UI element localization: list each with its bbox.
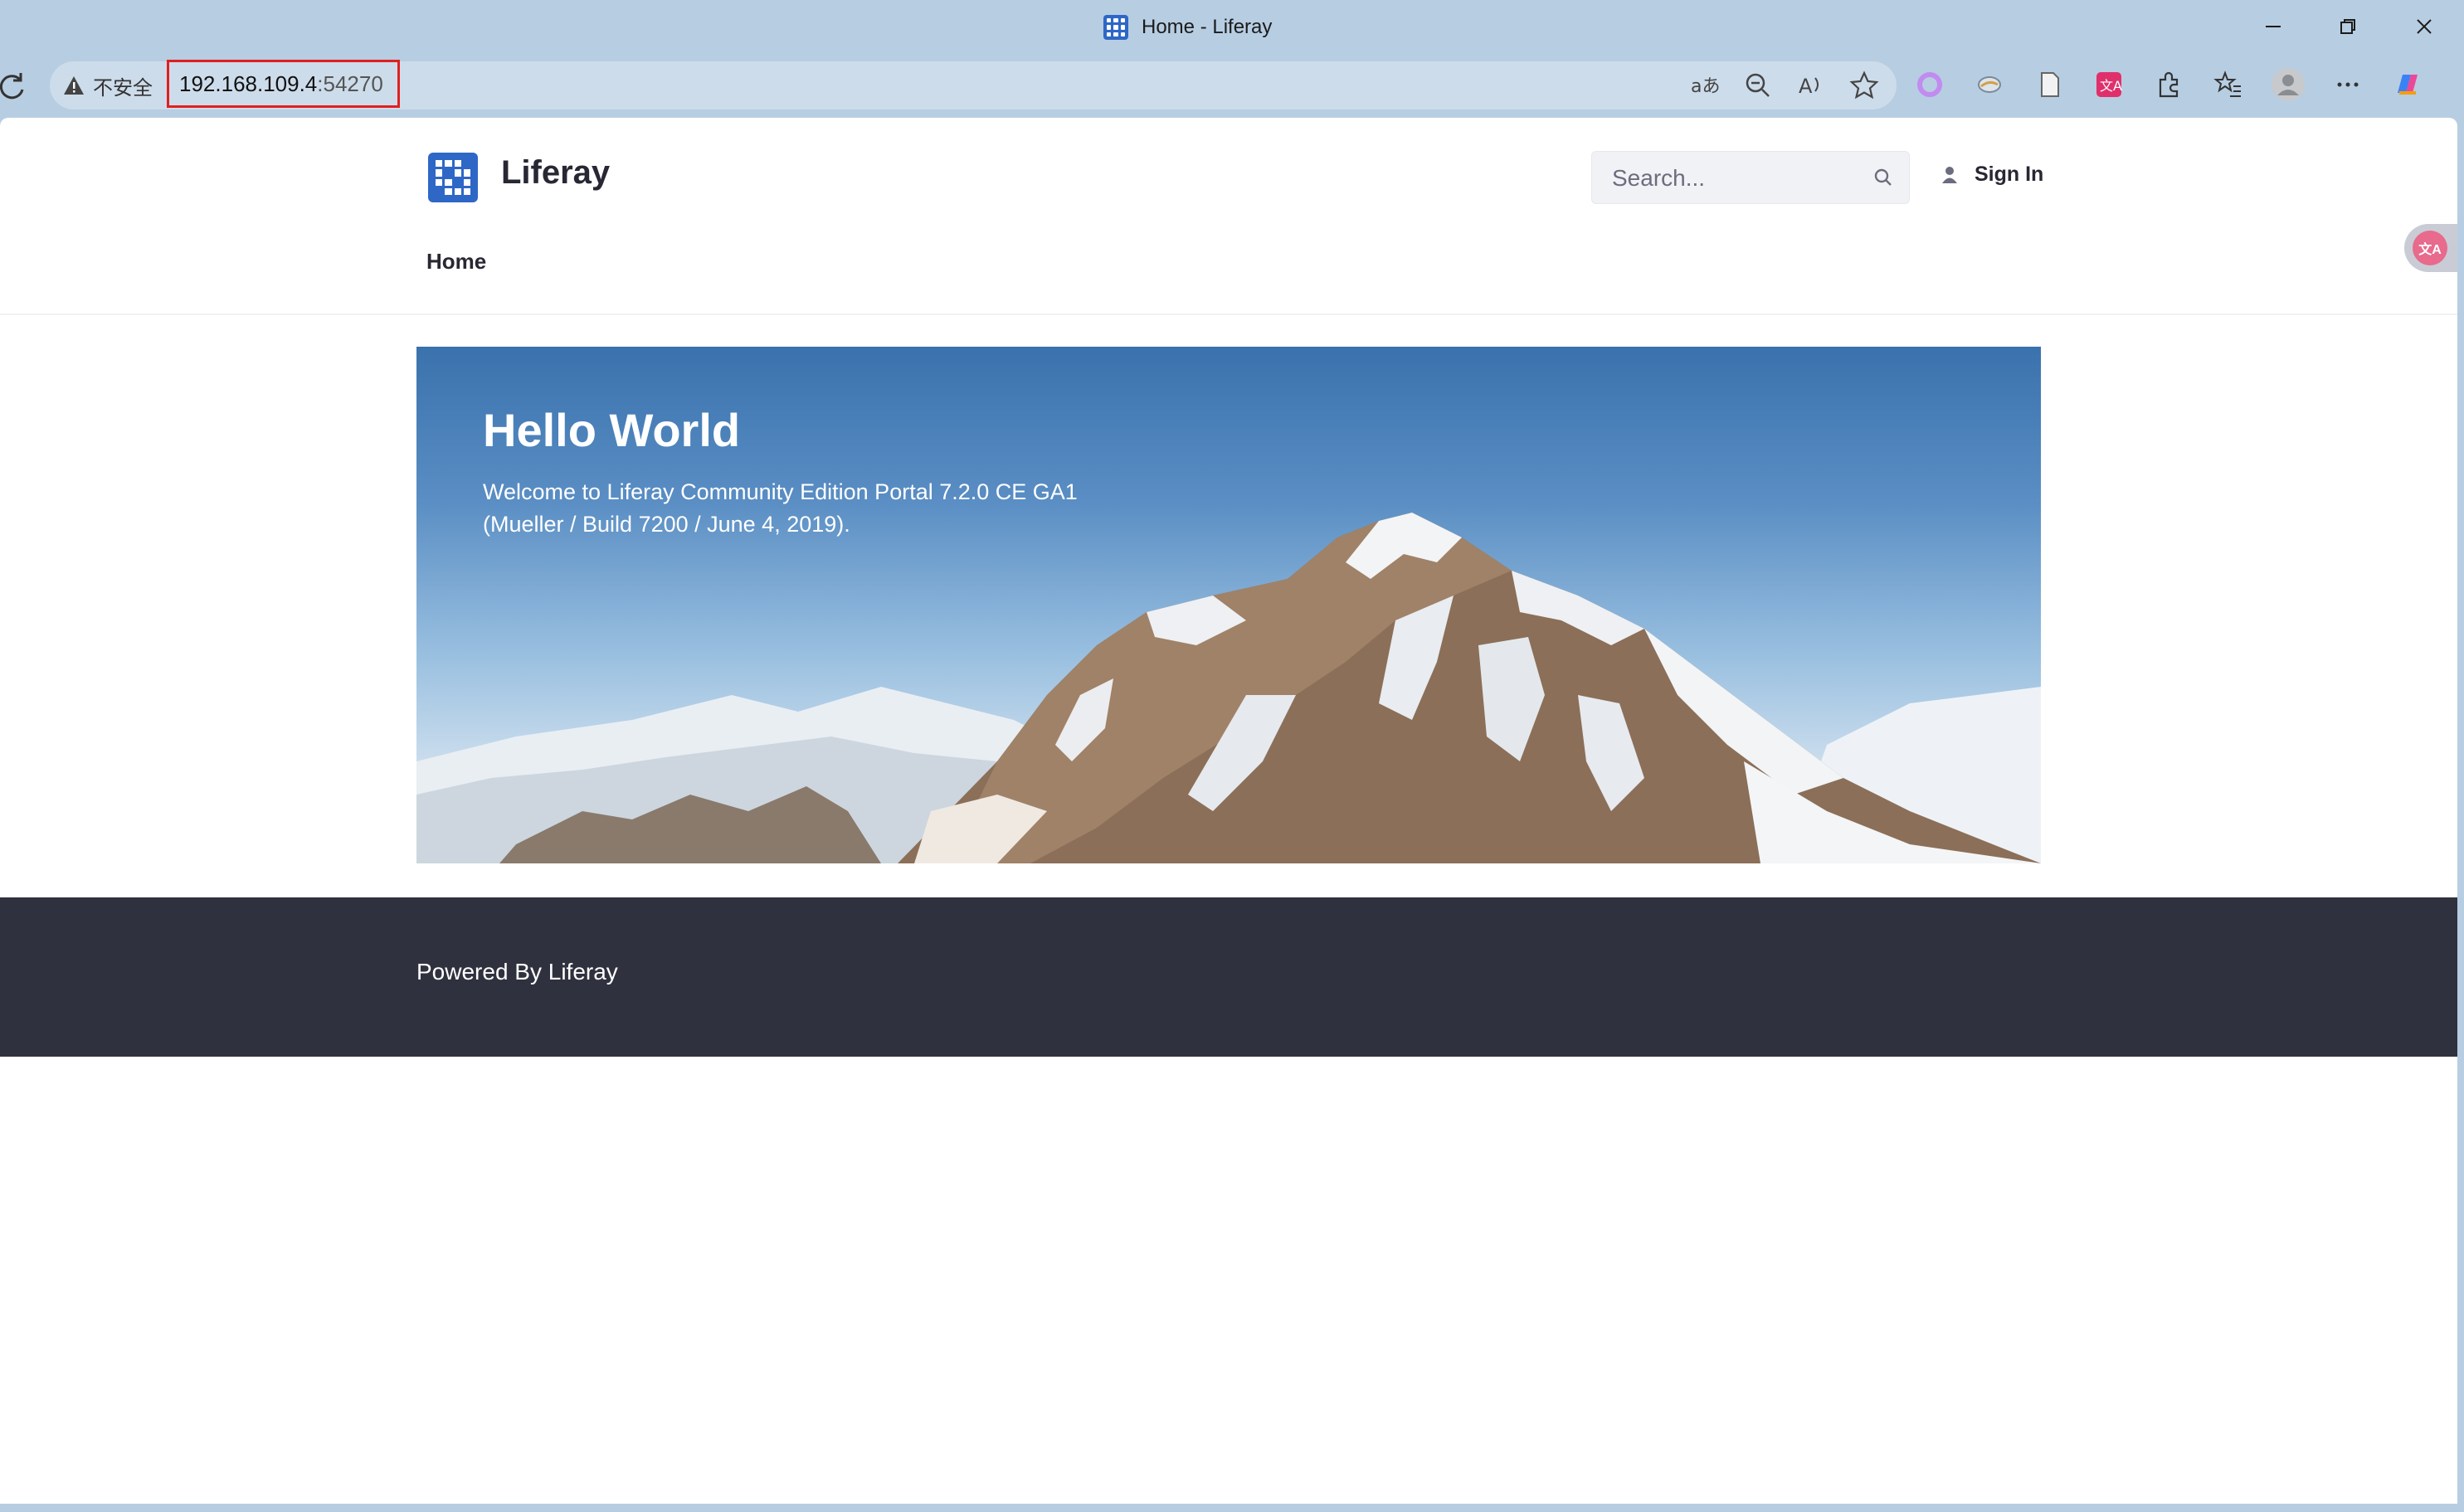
site-name[interactable]: Liferay: [501, 154, 610, 192]
warning-icon: [64, 76, 84, 95]
extension-translate-icon[interactable]: 文A: [2091, 67, 2126, 102]
favorite-star-icon[interactable]: [1848, 70, 1880, 101]
user-icon: [1942, 166, 1957, 183]
read-aloud-icon[interactable]: A: [1795, 70, 1827, 101]
footer-text: Powered By Liferay: [416, 959, 618, 985]
url-port: :54270: [317, 70, 383, 96]
floating-translate-button[interactable]: 文A: [2404, 224, 2457, 272]
close-window-button[interactable]: [2391, 7, 2457, 46]
security-label: 不安全: [93, 76, 153, 100]
liferay-favicon-icon: [1103, 15, 1128, 40]
hero-description: Welcome to Liferay Community Edition Por…: [483, 476, 1113, 541]
liferay-logo-icon[interactable]: [428, 153, 478, 202]
hero-banner: Hello World Welcome to Liferay Community…: [416, 347, 2041, 863]
window-title: Home - Liferay: [1103, 12, 1272, 43]
web-page: Liferay Sign In Home 文A: [0, 118, 2457, 1504]
hero-title: Hello World: [483, 404, 741, 456]
sign-in-link[interactable]: Sign In: [1941, 163, 2043, 187]
favorites-icon[interactable]: [2211, 67, 2246, 102]
minimize-button[interactable]: [2240, 7, 2306, 46]
extensions-bar: 文A: [1912, 60, 2425, 109]
search-box[interactable]: [1591, 151, 1910, 205]
translate-icon: 文A: [2413, 231, 2447, 265]
address-bar[interactable]: 不安全 192.168.109.4:54270 aあ A: [50, 60, 1897, 109]
url-text[interactable]: 192.168.109.4:54270: [167, 60, 400, 108]
nav-item-home[interactable]: Home: [426, 249, 486, 275]
window-title-text: Home - Liferay: [1142, 16, 1273, 38]
close-icon: [2417, 19, 2432, 34]
browser-toolbar: 不安全 192.168.109.4:54270 aあ A 文A: [0, 55, 2464, 118]
profile-avatar-icon[interactable]: [2271, 67, 2306, 102]
restore-button[interactable]: [2315, 7, 2381, 46]
search-input[interactable]: [1610, 152, 1863, 205]
copilot-icon[interactable]: [2390, 67, 2425, 102]
security-indicator[interactable]: 不安全: [63, 61, 153, 109]
extension-circle-icon[interactable]: [1912, 67, 1947, 102]
svg-text:文A: 文A: [2100, 78, 2122, 94]
hero-line-1: Welcome to Liferay Community Edition Por…: [483, 479, 1078, 504]
window-title-bar: Home - Liferay: [0, 0, 2464, 55]
extensions-puzzle-icon[interactable]: [2151, 67, 2186, 102]
svg-text:A: A: [1799, 75, 1813, 98]
site-footer: Powered By Liferay: [0, 897, 2457, 1057]
restore-icon: [2340, 19, 2355, 34]
hero-line-2: (Mueller / Build 7200 / June 4, 2019).: [483, 512, 850, 537]
search-icon[interactable]: [1872, 167, 1894, 188]
translate-page-icon[interactable]: aあ: [1689, 70, 1721, 101]
reload-button[interactable]: [0, 70, 28, 103]
address-bar-actions: aあ A: [1689, 61, 1880, 109]
svg-text:aあ: aあ: [1691, 76, 1720, 97]
header-divider: [0, 314, 2457, 315]
extension-bean-icon[interactable]: [1972, 67, 2007, 102]
zoom-out-icon[interactable]: [1742, 70, 1774, 101]
minimize-icon: [2266, 26, 2281, 27]
url-host: 192.168.109.4: [179, 70, 318, 96]
sign-in-label: Sign In: [1975, 163, 2044, 186]
more-options-icon[interactable]: [2330, 67, 2365, 102]
reload-icon: [0, 73, 24, 100]
extension-document-icon[interactable]: [2032, 67, 2067, 102]
